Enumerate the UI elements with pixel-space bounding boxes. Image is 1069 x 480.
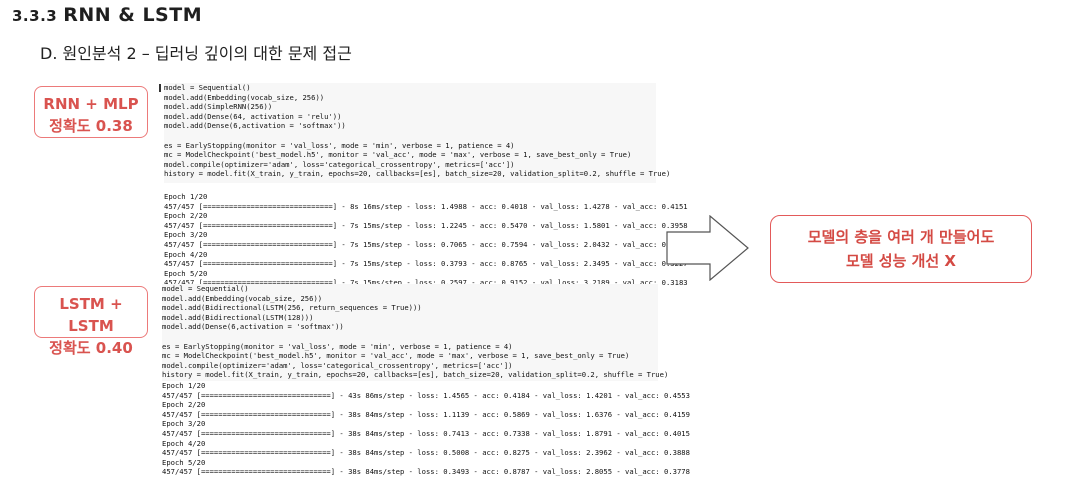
code-line: model.compile(optimizer='adam', loss='ca… (164, 159, 515, 169)
code-line: model.add(Embedding(vocab_size, 256)) (164, 92, 325, 102)
page-title: 3.3.3 RNN & LSTM (12, 4, 202, 26)
output-line: 457/457 [==============================]… (164, 201, 688, 211)
conclusion-line1: 모델의 층을 여러 개 만들어도 (807, 228, 995, 246)
output-line: 457/457 [==============================]… (162, 467, 690, 477)
code-line: history = model.fit(X_train, y_train, ep… (164, 169, 671, 179)
code-line: model = Sequential() (162, 284, 249, 293)
code-line: es = EarlyStopping(monitor = 'val_loss',… (164, 140, 515, 150)
output-line: 457/457 [==============================]… (164, 239, 688, 249)
output-line: 457/457 [==============================]… (164, 259, 688, 269)
model1-accuracy-badge: RNN + MLP 정확도 0.38 (34, 86, 148, 138)
cell-marker (159, 84, 161, 92)
code-line: model.add(Dense(64, activation = 'relu')… (164, 111, 342, 121)
code-line: model.add(Bidirectional(LSTM(128))) (162, 312, 314, 322)
output-line: Epoch 1/20 (164, 192, 208, 201)
output-line: Epoch 5/20 (164, 268, 208, 278)
model2-badge-name: LSTM + LSTM (59, 295, 123, 335)
code-line: history = model.fit(X_train, y_train, ep… (162, 370, 669, 380)
model1-badge-name: RNN + MLP (43, 95, 139, 113)
conclusion-box: 모델의 층을 여러 개 만들어도 모델 성능 개선 X (770, 215, 1032, 283)
code-line: model.add(Dense(6,activation = 'softmax'… (164, 121, 346, 131)
code-line: model.add(Embedding(vocab_size, 256)) (162, 293, 323, 303)
output-line: Epoch 2/20 (164, 211, 208, 221)
model2-accuracy-badge: LSTM + LSTM 정확도 0.40 (34, 286, 148, 357)
output-line: Epoch 1/20 (162, 381, 206, 390)
right-arrow-icon (666, 215, 749, 281)
model1-code-cell: model = Sequential() model.add(Embedding(… (164, 83, 671, 183)
model2-badge-accuracy: 정확도 0.40 (49, 339, 133, 357)
section-number: 3.3.3 (12, 7, 58, 25)
code-line: model.compile(optimizer='adam', loss='ca… (162, 360, 513, 370)
output-line: Epoch 3/20 (164, 230, 208, 240)
code-line: model.add(Bidirectional(LSTM(256, return… (162, 303, 422, 313)
output-line: 457/457 [==============================]… (162, 448, 690, 458)
output-line: Epoch 4/20 (162, 438, 206, 448)
section-title: RNN & LSTM (63, 4, 203, 26)
output-line: Epoch 2/20 (162, 400, 206, 410)
output-line: 457/457 [==============================]… (164, 220, 688, 230)
model2-code-cell: model = Sequential() model.add(Embedding(… (162, 284, 669, 382)
output-line: Epoch 3/20 (162, 419, 206, 429)
page-subtitle: D. 원인분석 2 – 딥러닝 깊이의 대한 문제 접근 (40, 44, 352, 63)
output-line: 457/457 [==============================]… (162, 390, 690, 400)
code-line: mc = ModelCheckpoint('best_model.h5', mo… (162, 351, 630, 361)
conclusion-line2: 모델 성능 개선 X (845, 252, 957, 270)
code-line: model.add(SimpleRNN(256)) (164, 102, 273, 112)
output-line: Epoch 4/20 (164, 249, 208, 259)
model1-badge-accuracy: 정확도 0.38 (49, 117, 133, 135)
code-line: es = EarlyStopping(monitor = 'val_loss',… (162, 341, 513, 351)
model2-output-cell: Epoch 1/20 457/457 [=====================… (162, 381, 690, 477)
code-line: model = Sequential() (164, 83, 251, 92)
output-line: 457/457 [==============================]… (162, 428, 690, 438)
output-line: Epoch 5/20 (162, 457, 206, 467)
code-line: mc = ModelCheckpoint('best_model.h5', mo… (164, 150, 632, 160)
code-line: model.add(Dense(6,activation = 'softmax'… (162, 322, 344, 332)
output-line: 457/457 [==============================]… (162, 409, 690, 419)
